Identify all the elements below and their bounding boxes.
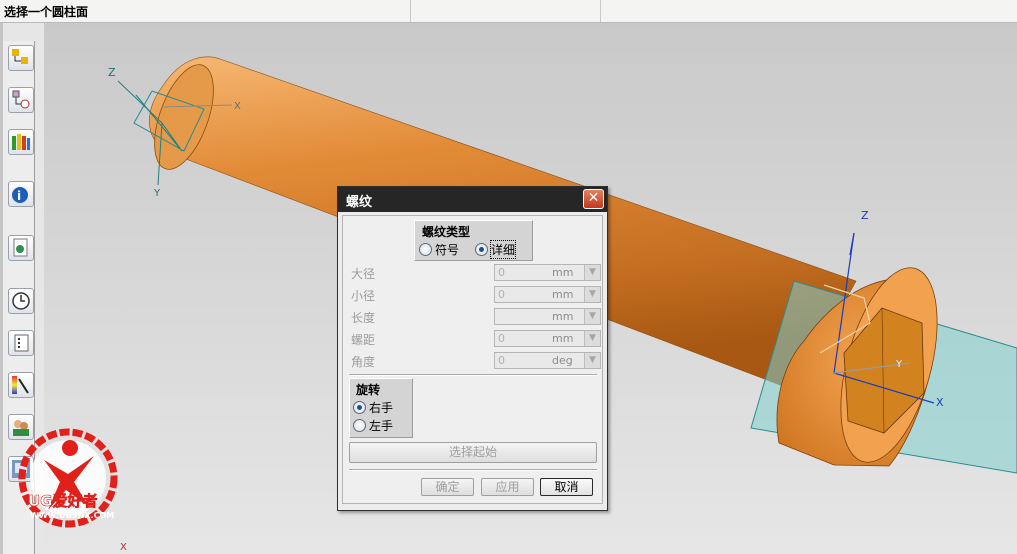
field-value: 0 xyxy=(498,266,505,279)
close-button[interactable]: ✕ xyxy=(583,189,604,209)
field-unit: mm xyxy=(552,288,574,301)
pitch-field[interactable]: 0 mm ▼ xyxy=(494,330,601,347)
minor-diameter-field[interactable]: 0 mm ▼ xyxy=(494,286,601,303)
radio-detailed-label: 详细 xyxy=(489,240,517,259)
chevron-down-icon[interactable]: ▼ xyxy=(584,265,600,280)
svg-text:i: i xyxy=(17,189,21,203)
field-unit: mm xyxy=(552,310,574,323)
rotation-group: 旋转 右手 左手 xyxy=(349,378,413,438)
assembly-navigator-icon[interactable] xyxy=(8,45,34,71)
status-divider xyxy=(410,0,411,22)
select-start-button[interactable]: 选择起始 xyxy=(349,442,597,463)
field-value: 0 xyxy=(498,332,505,345)
web-browser-icon[interactable]: i xyxy=(8,181,34,207)
field-value: 0 xyxy=(498,288,505,301)
status-prompt: 选择一个圆柱面 xyxy=(4,5,89,19)
radio-left-hand-label: 左手 xyxy=(369,419,394,433)
field-unit: deg xyxy=(552,354,573,367)
radio-left-hand[interactable]: 左手 xyxy=(353,417,393,434)
radio-circle[interactable] xyxy=(419,243,432,256)
cancel-button[interactable]: 取消 xyxy=(540,478,593,496)
major-diameter-label: 大径 xyxy=(351,267,376,281)
pitch-label: 螺距 xyxy=(351,333,376,347)
axis-label-y-right: Y xyxy=(895,359,903,370)
watermark-url: WWW.UGSNX.COM xyxy=(30,511,114,520)
thread-type-group: 螺纹类型 符号 详细 xyxy=(414,220,533,261)
axis-label-x: X xyxy=(234,101,241,112)
history-icon[interactable] xyxy=(8,235,34,261)
length-label: 长度 xyxy=(351,311,376,325)
dialog-titlebar[interactable]: 螺纹 ✕ xyxy=(338,187,607,212)
angle-field[interactable]: 0 deg ▼ xyxy=(494,352,601,369)
chevron-down-icon[interactable]: ▼ xyxy=(584,309,600,324)
part-navigator-icon[interactable] xyxy=(8,87,34,113)
radio-detailed[interactable]: 详细 xyxy=(475,240,517,259)
radio-symbolic[interactable]: 符号 xyxy=(419,241,459,258)
chevron-down-icon[interactable]: ▼ xyxy=(584,353,600,368)
field-unit: mm xyxy=(552,266,574,279)
watermark-brand: UG爱好者 xyxy=(28,492,98,510)
minor-diameter-label: 小径 xyxy=(351,289,376,303)
process-studio-icon[interactable] xyxy=(8,288,34,314)
visualization-icon[interactable] xyxy=(8,330,34,356)
ok-button[interactable]: 确定 xyxy=(421,478,474,496)
axis-label-z-right: Z xyxy=(861,209,869,222)
length-field[interactable]: mm ▼ xyxy=(494,308,601,325)
status-bar: 选择一个圆柱面 xyxy=(0,0,1017,23)
axis-label-z: Z xyxy=(108,66,116,79)
apply-button[interactable]: 应用 xyxy=(481,478,534,496)
chevron-down-icon[interactable]: ▼ xyxy=(584,287,600,302)
radio-circle[interactable] xyxy=(353,419,366,432)
thread-type-title: 螺纹类型 xyxy=(422,225,471,239)
radio-circle-selected[interactable] xyxy=(353,401,366,414)
chevron-down-icon[interactable]: ▼ xyxy=(584,331,600,346)
dialog-body: 螺纹类型 符号 详细 大径 0 mm ▼ 小径 0 mm ▼ 长度 mm ▼ 螺… xyxy=(342,215,603,504)
angle-label: 角度 xyxy=(351,355,376,369)
major-diameter-field[interactable]: 0 mm ▼ xyxy=(494,264,601,281)
radio-right-hand[interactable]: 右手 xyxy=(353,399,393,416)
separator xyxy=(349,374,597,376)
field-unit: mm xyxy=(552,332,574,345)
roles-icon[interactable] xyxy=(8,372,34,398)
radio-symbolic-label: 符号 xyxy=(435,243,460,257)
axis-label-x-right: X xyxy=(936,396,944,409)
status-divider xyxy=(600,0,601,22)
dialog-title: 螺纹 xyxy=(346,195,373,210)
rotation-title: 旋转 xyxy=(356,383,381,397)
field-value: 0 xyxy=(498,354,505,367)
axis-label-y: Y xyxy=(153,188,161,199)
separator xyxy=(349,469,597,471)
thread-dialog: 螺纹 ✕ 螺纹类型 符号 详细 大径 0 mm ▼ 小径 0 mm ▼ 长度 m… xyxy=(337,186,608,511)
watermark-logo: UG爱好者 WWW.UGSNX.COM xyxy=(8,426,132,544)
radio-right-hand-label: 右手 xyxy=(369,401,394,415)
reuse-library-icon[interactable] xyxy=(8,129,34,155)
radio-circle-selected[interactable] xyxy=(475,243,488,256)
